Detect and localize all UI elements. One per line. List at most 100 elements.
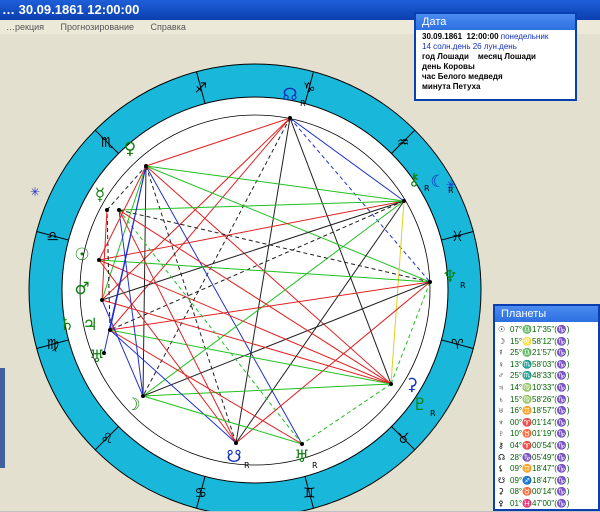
solar-day-value: 14 солн.день bbox=[422, 42, 471, 51]
planet-point bbox=[105, 208, 109, 212]
zodiac-sign-icon: ♐ bbox=[194, 81, 207, 97]
zodiac-sign-icon: ♑ bbox=[303, 81, 316, 97]
zodiac-sign-icon: ♈ bbox=[451, 337, 464, 353]
planet-row[interactable]: ⚷ 04°♈00'54"(♑) bbox=[498, 440, 595, 452]
date-value: 30.09.1861 bbox=[422, 32, 463, 41]
planet-position: 08°♉00'14"(♑) bbox=[510, 487, 570, 497]
moon-icon: ☽ bbox=[125, 395, 140, 415]
planet-row[interactable]: ♇ 10°♉01'19"(♑) bbox=[498, 428, 595, 440]
neptune-icon: ♆ bbox=[498, 417, 504, 427]
planet-position: 28°♑05'49"(♑) bbox=[510, 452, 570, 462]
planet-row[interactable]: ♆ 00°♈01'14"(♑) bbox=[498, 417, 595, 429]
planet-position: 16°♊18'57"(♑) bbox=[510, 406, 570, 416]
planet-point bbox=[402, 199, 406, 203]
planet-row[interactable]: ♅ 16°♊18'57"(♑) bbox=[498, 405, 595, 417]
year-value: год Лошади bbox=[422, 52, 469, 61]
minute-value: минута Петуха bbox=[422, 82, 481, 91]
planet-position: 13°♏58'03"(♑) bbox=[510, 359, 570, 369]
pluto-icon: ♇ bbox=[498, 429, 504, 439]
planet-row[interactable]: ♃ 14°♍10'33"(♑) bbox=[498, 382, 595, 394]
day-value: день Коровы bbox=[422, 62, 475, 71]
zodiac-sign-icon: ♏ bbox=[101, 135, 114, 151]
north-node-icon: ☊ bbox=[498, 452, 506, 462]
lunar-day-value: 26 лун.день bbox=[472, 42, 517, 51]
planet-point bbox=[108, 328, 112, 332]
planet-position: 14°♍10'33"(♑) bbox=[510, 382, 570, 392]
ceres-icon: ⚳ bbox=[498, 487, 504, 497]
planet-position: 04°♈00'54"(♑) bbox=[510, 440, 570, 450]
planet-position: 01°♓47'00"(♑) bbox=[510, 498, 570, 508]
planet-row[interactable]: ♄ 15°♍58'26"(♑) bbox=[498, 394, 595, 406]
north-node-icon: ☊ bbox=[282, 85, 297, 105]
saturn-icon: ♄ bbox=[59, 315, 74, 335]
planet-point bbox=[389, 382, 393, 386]
planet-point bbox=[144, 164, 148, 168]
planet-point bbox=[100, 298, 104, 302]
planet-row[interactable]: ☊ 28°♑05'49"(♑) bbox=[498, 452, 595, 464]
retrograde-label: R bbox=[244, 461, 250, 470]
planet-point bbox=[97, 258, 101, 262]
mars-icon: ♂ bbox=[74, 279, 89, 299]
planet-row[interactable]: ☽ 15°♌58'12"(♑) bbox=[498, 336, 595, 348]
zodiac-sign-icon: ♌ bbox=[101, 431, 114, 447]
planet-point bbox=[141, 394, 145, 398]
planet-row[interactable]: ♀ 13°♏58'03"(♑) bbox=[498, 359, 595, 371]
lilith-icon: ⚸ bbox=[498, 464, 504, 474]
time-value: 12:00:00 bbox=[466, 32, 499, 41]
extra-icon: ⚴ bbox=[498, 498, 504, 508]
uranus2-icon: ♅ bbox=[89, 347, 104, 367]
planet-point bbox=[288, 116, 292, 120]
date-panel: Дата 30.09.1861 12:00:00 понедельник 14 … bbox=[414, 12, 577, 101]
planet-row[interactable]: ⚴ 01°♓47'00"(♑) bbox=[498, 498, 595, 510]
lilith-icon: ☾ bbox=[430, 172, 445, 192]
planet-position: 25°♏48'33"(♑) bbox=[510, 371, 570, 381]
planet-row[interactable]: ⚸ 09°♊18'47"(♑) bbox=[498, 463, 595, 475]
planet-row[interactable]: ⚳ 08°♉00'14"(♑) bbox=[498, 486, 595, 498]
retrograde-label: R bbox=[460, 281, 466, 290]
mercury-icon: ☿ bbox=[498, 348, 504, 358]
selena-icon: ☋ bbox=[498, 475, 506, 485]
mars-icon: ♂ bbox=[498, 371, 504, 381]
planet-position: 09°♊18'47"(♑) bbox=[510, 464, 570, 474]
retrograde-label: R bbox=[300, 99, 306, 108]
natal-chart[interactable]: ♑♒♓♈♉♊♋♌♍♎♏♐ ☊ R⚷ R ☾ R♆ R♇ R⚳♅ R☋ R☽♃♅♄♂☉☿♀✳ ✳ bbox=[0, 34, 500, 511]
window-title: … 30.09.1861 12:00:00 bbox=[2, 2, 140, 17]
retrograde-label: R bbox=[430, 409, 436, 418]
planet-row[interactable]: ☋ 09°♐18'47"(♑) bbox=[498, 475, 595, 487]
uranus-icon: ♅ bbox=[498, 406, 504, 416]
chiron-icon: ⚷ bbox=[498, 440, 504, 450]
zodiac-sign-icon: ♋ bbox=[194, 485, 207, 501]
planets-panel: Планеты ☉ 07°♎17'35"(♑) ☽ 15°♌58'12"(♑) ☿ 25°… bbox=[493, 304, 600, 511]
jupiter-icon: ♃ bbox=[498, 382, 504, 392]
planet-point bbox=[428, 280, 432, 284]
weekday-value: понедельник bbox=[500, 32, 549, 41]
planet-position: 07°♎17'35"(♑) bbox=[510, 325, 570, 334]
menu-item-help[interactable]: Справка bbox=[151, 22, 186, 32]
planet-position: 25°♎21'57"(♑) bbox=[510, 348, 570, 358]
planet-position: 15°♌58'12"(♑) bbox=[510, 336, 570, 346]
zodiac-sign-icon: ♊ bbox=[303, 485, 316, 501]
ceres-icon: ⚳ bbox=[406, 375, 418, 395]
chiron-icon: ⚷ bbox=[408, 170, 420, 190]
venus-icon: ♀ bbox=[124, 139, 136, 159]
zodiac-sign-icon: ♉ bbox=[397, 431, 410, 447]
planet-list: ☉ 07°♎17'35"(♑) ☽ 15°♌58'12"(♑) ☿ 25°♎21'57"(… bbox=[495, 322, 598, 512]
neptune-icon: ♆ bbox=[442, 267, 457, 287]
planet-row[interactable]: ☉ 07°♎17'35"(♑) bbox=[498, 324, 595, 336]
moon-icon: ☽ bbox=[498, 336, 506, 346]
planet-row[interactable]: ♂ 25°♏48'33"(♑) bbox=[498, 370, 595, 382]
planet-position: 00°♈01'14"(♑) bbox=[510, 417, 570, 427]
planet-row[interactable]: ☿ 25°♎21'57"(♑) bbox=[498, 347, 595, 359]
month-value: месяц Лошади bbox=[477, 52, 536, 61]
menu-item-projection[interactable]: …рекция bbox=[6, 22, 44, 32]
sun-icon: ☉ bbox=[74, 245, 89, 265]
planet-point bbox=[300, 442, 304, 446]
planet-position: 10°♉01'19"(♑) bbox=[510, 429, 570, 439]
star-marker-icon: ✳ bbox=[30, 185, 40, 199]
retrograde-label: R bbox=[424, 184, 430, 193]
zodiac-sign-icon: ♒ bbox=[397, 135, 410, 151]
pluto-icon: ♇ bbox=[412, 395, 427, 415]
menu-item-forecast[interactable]: Прогнозирование bbox=[61, 22, 135, 32]
planet-point bbox=[234, 441, 238, 445]
planets-panel-title: Планеты bbox=[495, 306, 598, 322]
